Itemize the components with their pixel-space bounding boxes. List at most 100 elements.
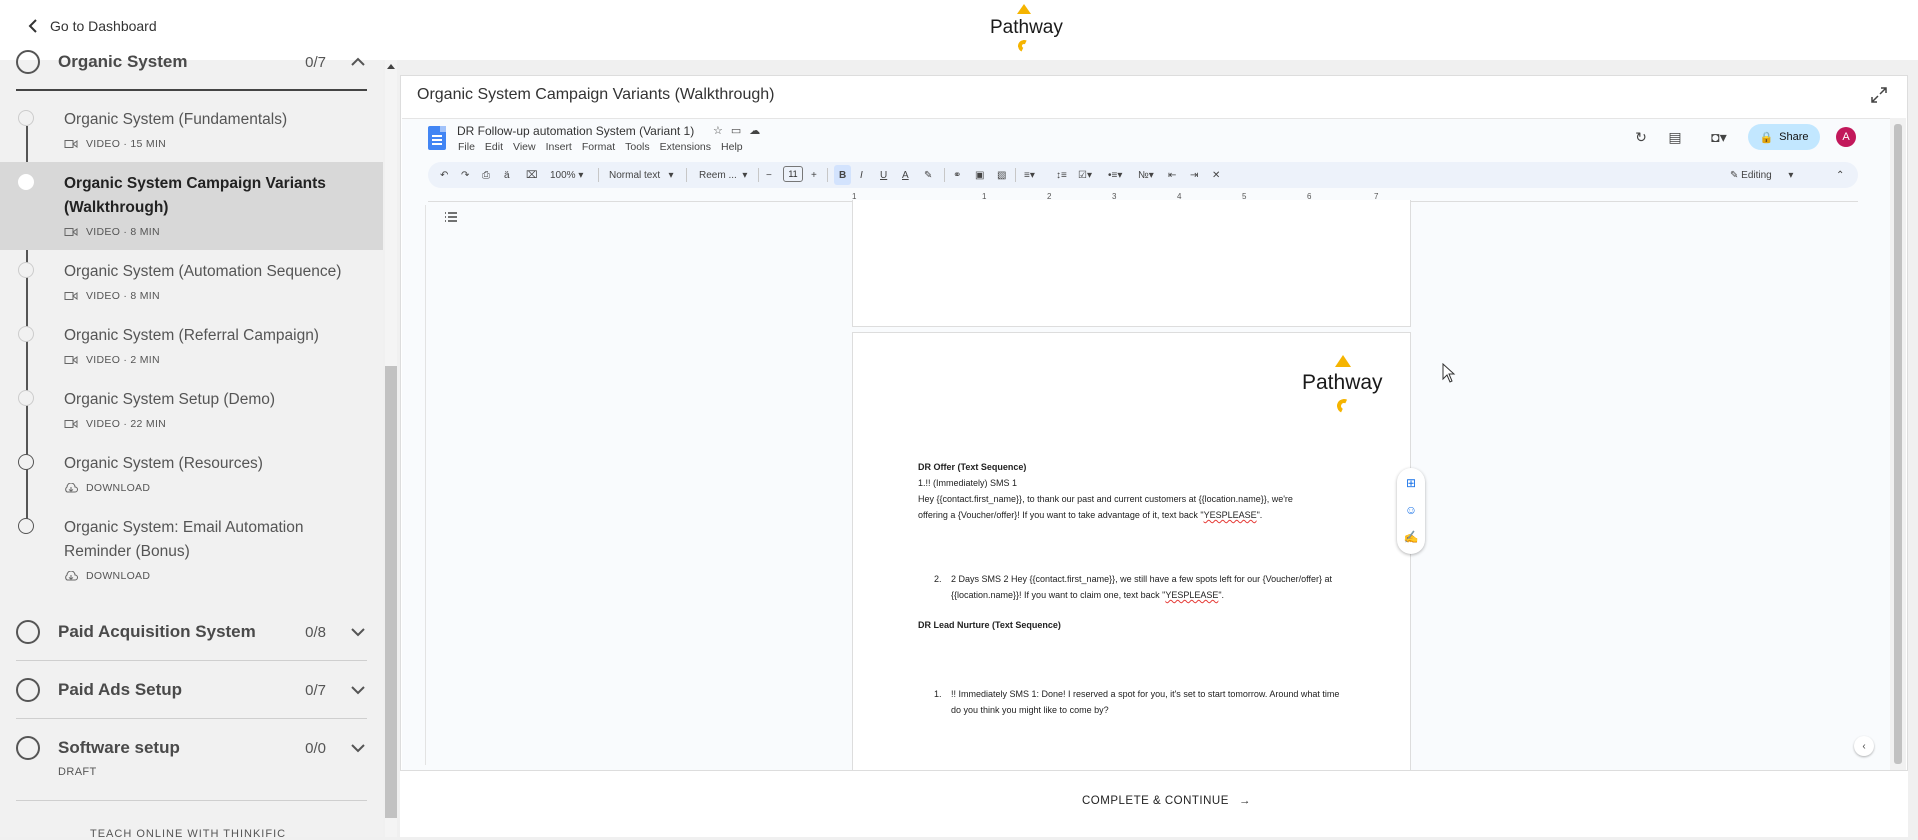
add-comment-icon[interactable]: ⊞ (1404, 476, 1418, 490)
paint-format-icon[interactable]: ⌧ (526, 165, 538, 185)
hide-menus-icon[interactable]: ⌃ (1836, 165, 1844, 185)
add-emoji-icon[interactable]: ☺ (1404, 503, 1418, 517)
zoom-select[interactable]: 100% ▾ (550, 165, 583, 185)
logo-wordmark: Pathway (990, 17, 1063, 38)
font-select[interactable]: Reem ... ▾ (699, 165, 747, 185)
side-panel-toggle-icon[interactable]: ‹ (1854, 736, 1874, 756)
section-paid-acquisition-system[interactable]: Paid Acquisition System 0/8 (16, 614, 366, 650)
spelling-flagged-word[interactable]: YESPLEASE (1204, 510, 1257, 520)
menu-help[interactable]: Help (721, 141, 743, 153)
section-status-badge: DRAFT (58, 766, 97, 778)
undo-icon[interactable]: ↶ (440, 165, 448, 185)
menu-insert[interactable]: Insert (546, 141, 572, 153)
logo-triangle-icon (1335, 355, 1351, 367)
lesson-meta-text: VIDEO · 8 MIN (86, 226, 160, 238)
suggest-edits-icon[interactable]: ✍ (1404, 530, 1419, 544)
doc-line[interactable]: {{location.name}}! If you want to claim … (951, 587, 1224, 603)
logo-triangle-icon (1017, 4, 1031, 14)
scroll-up-arrow-icon[interactable] (387, 64, 395, 69)
bulleted-list-icon[interactable]: •≡▾ (1108, 165, 1122, 185)
lesson-title: Organic System: Email Automation Reminde… (64, 519, 304, 560)
lesson-item[interactable]: Organic System Setup (Demo) VIDEO · 22 M… (0, 380, 383, 444)
comments-icon[interactable]: ▤ (1666, 128, 1684, 146)
go-to-dashboard-link[interactable]: Go to Dashboard (28, 18, 157, 34)
increase-indent-icon[interactable]: ⇥ (1190, 165, 1198, 185)
doc-page-previous[interactable] (852, 200, 1411, 327)
numbered-list-icon[interactable]: №▾ (1138, 165, 1154, 185)
redo-icon[interactable]: ↷ (461, 165, 469, 185)
share-button[interactable]: 🔒 Share (1748, 124, 1820, 150)
menu-format[interactable]: Format (582, 141, 615, 153)
chevron-down-icon[interactable] (350, 685, 366, 695)
spelling-flagged-word[interactable]: YESPLEASE (1165, 590, 1218, 600)
section-software-setup[interactable]: Software setup 0/0 (16, 730, 366, 766)
paragraph-style-select[interactable]: Normal text ▾ (609, 165, 673, 185)
document-pathway-logo: Pathway (1302, 355, 1383, 417)
vertical-ruler[interactable] (418, 205, 426, 765)
doc-line[interactable]: offering a {Voucher/offer}! If you want … (918, 507, 1262, 523)
complete-continue-button[interactable]: COMPLETE & CONTINUE → (1082, 795, 1251, 807)
doc-title[interactable]: DR Follow-up automation System (Variant … (457, 124, 694, 138)
viewer-scrollbar-thumb[interactable] (1894, 124, 1902, 764)
avatar[interactable]: A (1836, 127, 1856, 147)
doc-line[interactable]: do you think you might like to come by? (951, 702, 1109, 718)
italic-icon[interactable]: I (860, 165, 863, 185)
thinkific-footer-link[interactable]: TEACH ONLINE WITH THINKIFIC (90, 828, 286, 840)
bold-icon[interactable]: B (834, 165, 852, 185)
version-history-icon[interactable]: ↻ (1632, 128, 1650, 146)
font-size-decrease-icon[interactable]: − (766, 165, 772, 185)
checklist-icon[interactable]: ☑▾ (1078, 165, 1092, 185)
menu-file[interactable]: File (458, 141, 475, 153)
video-icon (64, 356, 78, 364)
folder-move-icon[interactable]: ▭ (731, 124, 741, 137)
line-spacing-icon[interactable]: ↕≡ (1056, 165, 1067, 185)
align-icon[interactable]: ≡▾ (1024, 165, 1035, 185)
clear-formatting-icon[interactable]: ✕ (1212, 165, 1220, 185)
chevron-down-icon[interactable] (350, 743, 366, 753)
doc-line[interactable]: !! Immediately SMS 1: Done! I reserved a… (951, 686, 1339, 702)
lesson-item[interactable]: Organic System (Referral Campaign) VIDEO… (0, 316, 383, 380)
lesson-item[interactable]: Organic System (Resources) DOWNLOAD (0, 444, 383, 508)
lesson-meta-text: VIDEO · 2 MIN (86, 354, 160, 366)
star-icon[interactable]: ☆ (713, 124, 723, 137)
link-icon[interactable]: ⚭ (953, 165, 961, 185)
menu-tools[interactable]: Tools (625, 141, 650, 153)
meet-video-icon[interactable]: ◘▾ (1704, 128, 1734, 146)
menu-edit[interactable]: Edit (485, 141, 503, 153)
section-organic-system[interactable]: Organic System 0/7 (16, 44, 366, 80)
chevron-up-icon[interactable] (350, 57, 366, 67)
chevron-down-icon[interactable] (350, 627, 366, 637)
pathway-logo[interactable]: Pathway (990, 4, 1063, 54)
editing-mode-select[interactable]: ✎ Editing ▾ (1730, 165, 1793, 185)
insert-image-icon[interactable]: ▧ (997, 165, 1006, 185)
google-docs-icon[interactable] (428, 126, 446, 150)
underline-icon[interactable]: U (880, 165, 887, 185)
section-title: Software setup (58, 738, 180, 757)
menu-extensions[interactable]: Extensions (660, 141, 711, 153)
doc-line[interactable]: 2 Days SMS 2 Hey {{contact.first_name}},… (951, 571, 1332, 587)
font-size-increase-icon[interactable]: + (811, 165, 817, 185)
decrease-indent-icon[interactable]: ⇤ (1168, 165, 1176, 185)
fullscreen-expand-icon[interactable] (1870, 86, 1888, 104)
cloud-status-icon[interactable]: ☁ (749, 124, 760, 137)
sidebar-scrollbar-thumb[interactable] (385, 366, 397, 818)
zoom-value: 100% (550, 169, 576, 181)
doc-heading[interactable]: DR Lead Nurture (Text Sequence) (918, 617, 1061, 633)
lesson-status-circle-icon (18, 110, 34, 126)
lesson-item[interactable]: Organic System (Fundamentals) VIDEO · 15… (0, 102, 383, 162)
print-icon[interactable]: ⎙ (482, 165, 490, 185)
document-outline-icon[interactable] (444, 211, 458, 223)
lesson-item[interactable]: Organic System: Email Automation Reminde… (0, 508, 383, 596)
doc-line[interactable]: Hey {{contact.first_name}}, to thank our… (918, 491, 1293, 507)
highlight-icon[interactable]: ✎ (924, 165, 932, 185)
insert-comment-icon[interactable]: ▣ (975, 165, 984, 185)
spellcheck-icon[interactable]: ä (504, 165, 510, 185)
text-color-icon[interactable]: A (902, 165, 909, 185)
section-paid-ads-setup[interactable]: Paid Ads Setup 0/7 (16, 672, 366, 708)
font-size-input[interactable]: 11 (783, 166, 803, 182)
menu-view[interactable]: View (513, 141, 536, 153)
doc-line[interactable]: 1.!! (Immediately) SMS 1 (918, 475, 1017, 491)
lesson-item[interactable]: Organic System (Automation Sequence) VID… (0, 252, 383, 316)
doc-heading[interactable]: DR Offer (Text Sequence) (918, 459, 1026, 475)
lesson-item-active[interactable]: Organic System Campaign Variants (Walkth… (0, 162, 383, 250)
